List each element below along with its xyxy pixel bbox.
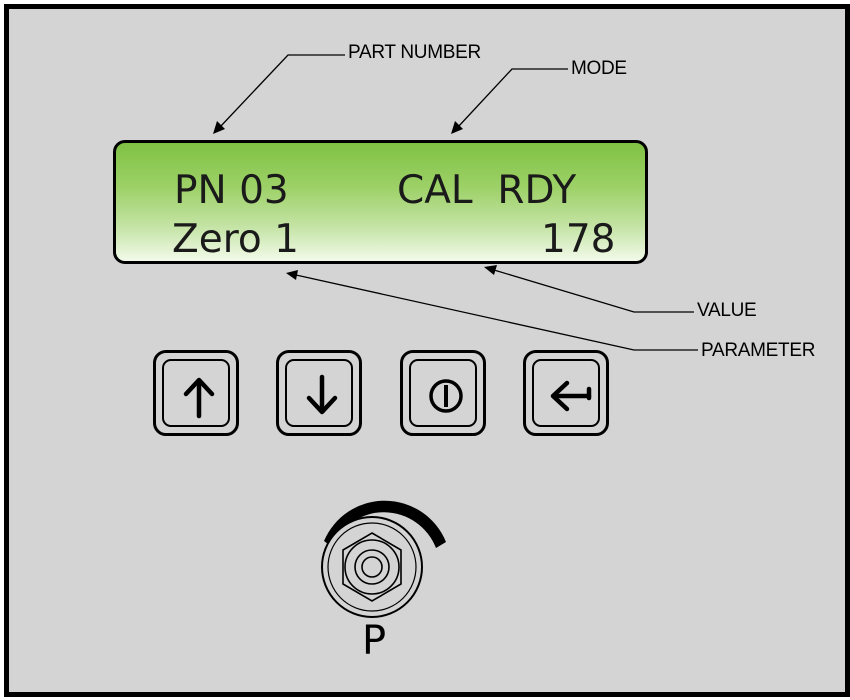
potentiometer-label: P <box>362 618 387 664</box>
potentiometer[interactable] <box>0 0 850 700</box>
